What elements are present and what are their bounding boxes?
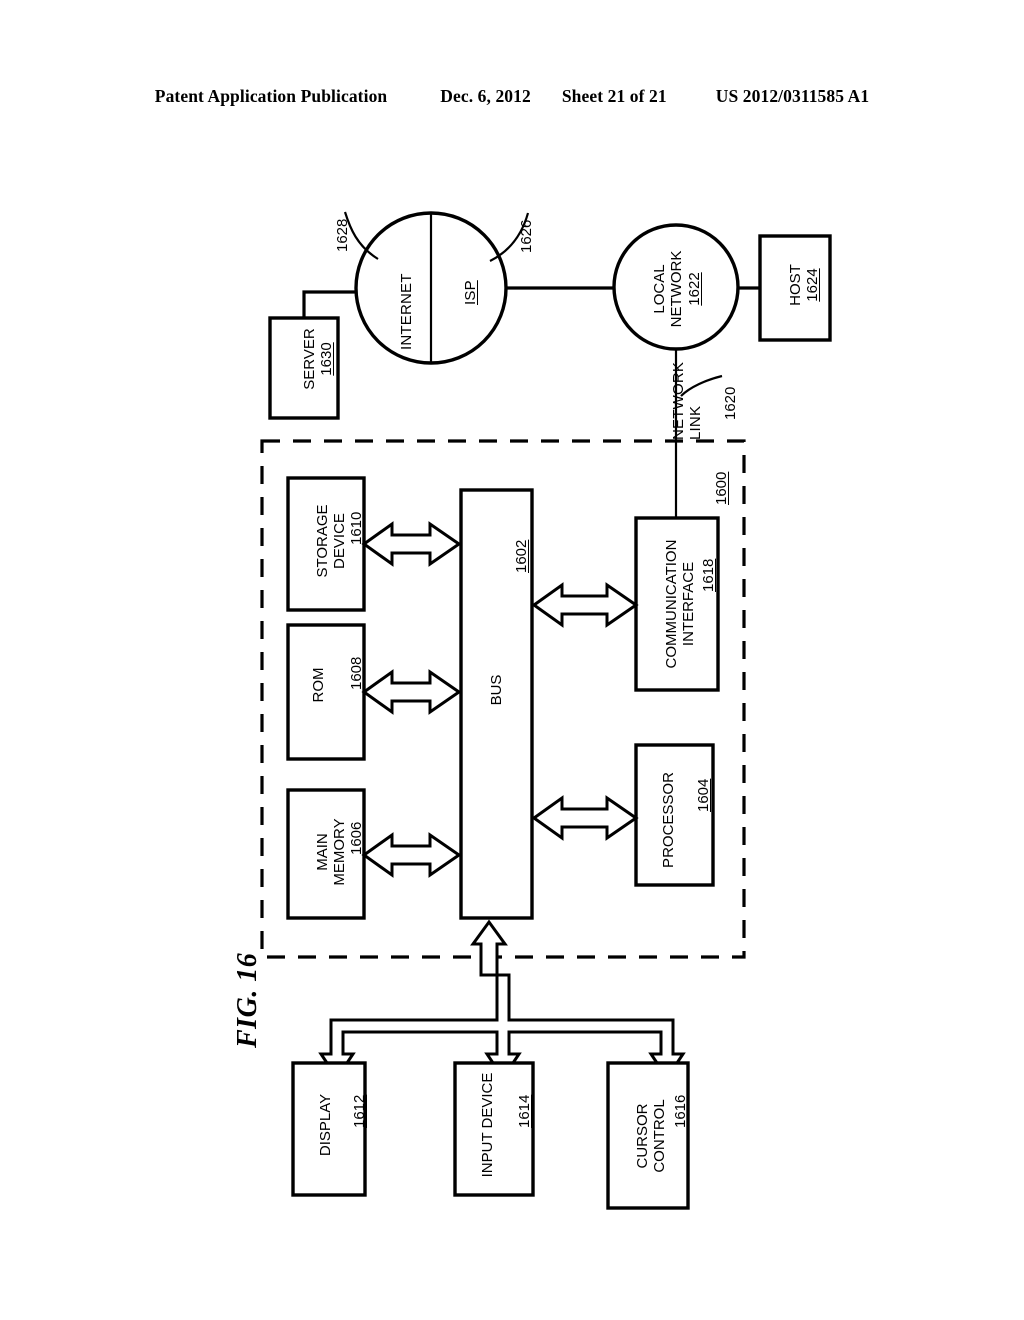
display-label-text: DISPLAY xyxy=(317,1093,335,1157)
bus-label-text: BUS xyxy=(488,674,506,706)
display-label: DISPLAY xyxy=(311,1064,341,1186)
rom-label-text: ROM xyxy=(310,667,328,703)
ref-1604: 1604 xyxy=(695,778,712,812)
server-ref: 1630 xyxy=(318,342,335,376)
processor-label-text: PROCESSOR xyxy=(660,772,678,868)
network-link-label-line1: NETWORK xyxy=(670,361,687,440)
communication-interface-label-line1: COMMUNICATION xyxy=(662,539,680,669)
main-memory-label-line2: MEMORY xyxy=(331,818,348,886)
arrow-storage-bus xyxy=(361,521,462,567)
storage-device-label-line1: STORAGE xyxy=(313,504,331,578)
local-network-label: LOCAL NETWORK 1622 xyxy=(640,233,714,345)
network-link-label-line2: LINK xyxy=(687,405,704,440)
figure-caption: FIG. 16 xyxy=(232,952,263,1048)
ref-1616: 1616 xyxy=(672,1094,689,1128)
processor-label: PROCESSOR xyxy=(654,756,684,884)
isp-label: ISP xyxy=(462,280,480,305)
ref-1620: 1620 xyxy=(722,386,739,420)
diagram-vector-layer: .st { fill: none; stroke: #000; stroke-w… xyxy=(260,211,832,1210)
cursor-control-label-line2: CONTROL xyxy=(651,1099,668,1173)
bus-label: BUS xyxy=(482,635,512,745)
internet-label: INTERNET xyxy=(398,273,415,350)
ref-1602: 1602 xyxy=(513,539,530,573)
ref-1628: 1628 xyxy=(334,218,351,252)
cursor-control-label: CURSOR CONTROL xyxy=(622,1072,680,1200)
local-network-label-line2: NETWORK xyxy=(668,250,686,328)
ref-1612: 1612 xyxy=(351,1094,368,1128)
arrow-main-memory-bus xyxy=(361,832,462,878)
communication-interface-label-line2: INTERFACE xyxy=(680,561,697,647)
ref-1610: 1610 xyxy=(348,511,365,545)
storage-device-label-line2: DEVICE xyxy=(331,513,348,569)
arrow-bus-to-peripherals-up xyxy=(470,919,508,977)
rom-label: ROM xyxy=(304,630,334,740)
server-label-text: SERVER xyxy=(300,328,318,390)
ref-1618: 1618 xyxy=(700,558,717,592)
ref-1626: 1626 xyxy=(518,219,535,253)
input-device-label: INPUT DEVICE xyxy=(473,1064,503,1186)
cursor-control-label-line1: CURSOR xyxy=(633,1103,651,1169)
local-network-label-line1: LOCAL xyxy=(651,264,669,314)
host-ref: 1624 xyxy=(804,268,821,302)
input-device-label-text: INPUT DEVICE xyxy=(479,1072,497,1178)
ref-1606: 1606 xyxy=(348,821,365,855)
main-memory-label-line1: MAIN xyxy=(313,833,331,871)
arrow-bus-processor xyxy=(531,795,639,841)
arrow-bus-communication-interface xyxy=(531,582,639,628)
isp-label-text: ISP xyxy=(462,280,479,305)
ref-1614: 1614 xyxy=(516,1094,533,1128)
ref-1600: 1600 xyxy=(713,471,730,505)
server-label: SERVER 1630 xyxy=(290,313,346,405)
host-label-text: HOST xyxy=(786,264,804,306)
arrow-rom-bus xyxy=(361,669,462,715)
ref-1608: 1608 xyxy=(348,656,365,690)
figure-16-diagram: .st { fill: none; stroke: #000; stroke-w… xyxy=(0,0,1024,1320)
communication-interface-label: COMMUNICATION INTERFACE xyxy=(650,518,710,690)
host-label: HOST 1624 xyxy=(777,240,831,330)
local-network-ref: 1622 xyxy=(685,272,703,306)
